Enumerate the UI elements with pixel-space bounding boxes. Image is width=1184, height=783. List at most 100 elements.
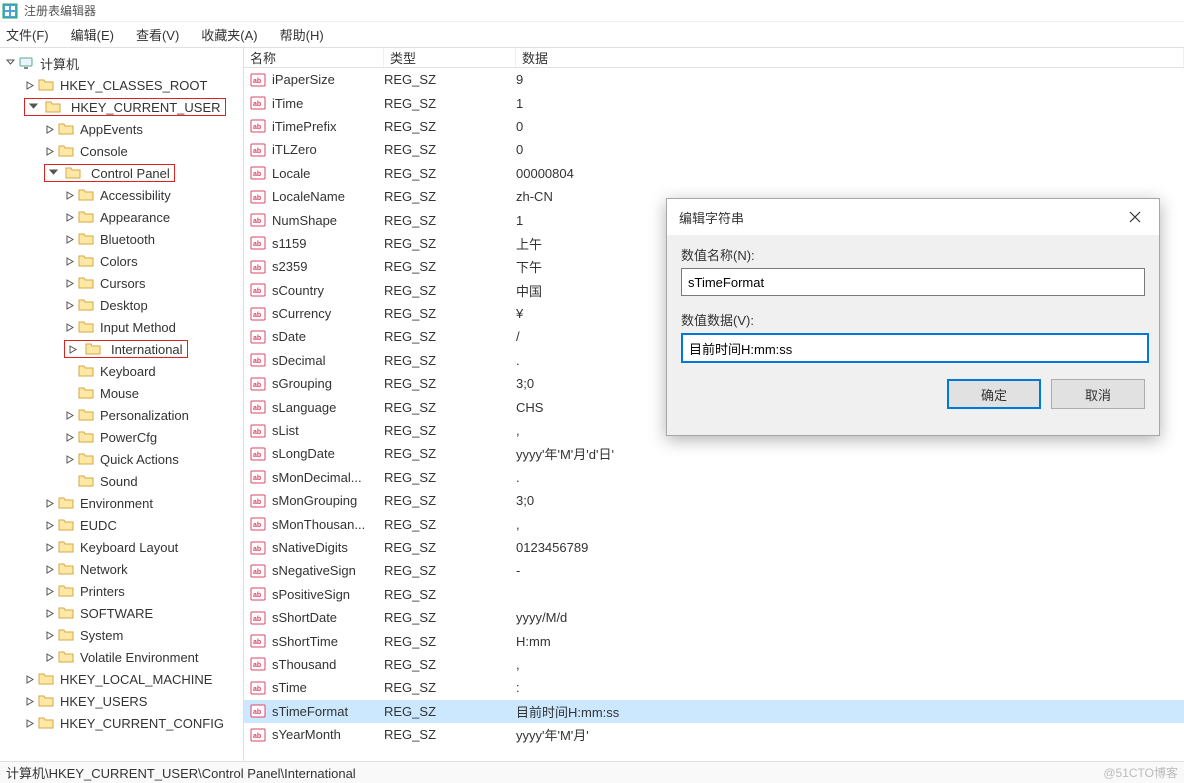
- list-row[interactable]: absThousandREG_SZ,: [244, 653, 1184, 676]
- tree-key[interactable]: Mouse: [0, 382, 243, 404]
- list-row[interactable]: abiTimePrefixREG_SZ0: [244, 115, 1184, 138]
- expander-icon[interactable]: [27, 101, 39, 113]
- col-type[interactable]: 类型: [384, 48, 516, 67]
- expander-icon[interactable]: [44, 145, 56, 157]
- tree-key[interactable]: Control Panel: [0, 162, 243, 184]
- expander-icon[interactable]: [44, 651, 56, 663]
- value-name: sShortDate: [272, 610, 337, 625]
- string-value-icon: ab: [250, 118, 266, 134]
- expander-icon[interactable]: [64, 453, 76, 465]
- tree-key[interactable]: PowerCfg: [0, 426, 243, 448]
- expander-icon[interactable]: [44, 541, 56, 553]
- tree-key[interactable]: Accessibility: [0, 184, 243, 206]
- tree-hive[interactable]: HKEY_USERS: [0, 690, 243, 712]
- list-row[interactable]: absNativeDigitsREG_SZ0123456789: [244, 536, 1184, 559]
- expander-icon[interactable]: [24, 695, 36, 707]
- expander-icon[interactable]: [64, 431, 76, 443]
- value-name: sLongDate: [272, 446, 335, 461]
- tree-key[interactable]: SOFTWARE: [0, 602, 243, 624]
- tree-key[interactable]: Environment: [0, 492, 243, 514]
- tree-hive[interactable]: HKEY_CLASSES_ROOT: [0, 74, 243, 96]
- expander-icon[interactable]: [44, 629, 56, 641]
- expander-icon[interactable]: [64, 255, 76, 267]
- tree-hive[interactable]: HKEY_LOCAL_MACHINE: [0, 668, 243, 690]
- tree-key[interactable]: Input Method: [0, 316, 243, 338]
- tree-key[interactable]: Volatile Environment: [0, 646, 243, 668]
- list-row[interactable]: absMonGroupingREG_SZ3;0: [244, 489, 1184, 512]
- expander-icon[interactable]: [64, 409, 76, 421]
- expander-icon[interactable]: [44, 497, 56, 509]
- list-row[interactable]: absPositiveSignREG_SZ: [244, 583, 1184, 606]
- menu-edit[interactable]: 编辑(E): [71, 25, 114, 44]
- value-name-input[interactable]: [681, 268, 1145, 296]
- tree-key[interactable]: Sound: [0, 470, 243, 492]
- value-data-input[interactable]: [682, 334, 1148, 362]
- menu-favorites[interactable]: 收藏夹(A): [201, 25, 257, 44]
- close-button[interactable]: [1113, 202, 1157, 232]
- ok-button[interactable]: 确定: [947, 379, 1041, 409]
- list-row[interactable]: absTimeREG_SZ:: [244, 676, 1184, 699]
- expander-icon[interactable]: [4, 57, 16, 69]
- expander-icon[interactable]: [44, 519, 56, 531]
- expander-icon[interactable]: [47, 167, 59, 179]
- node-label: Control Panel: [89, 166, 172, 181]
- list-row[interactable]: absTimeFormatREG_SZ目前时间H:mm:ss: [244, 700, 1184, 723]
- expander-icon[interactable]: [64, 211, 76, 223]
- dialog-title-bar[interactable]: 编辑字符串: [667, 199, 1159, 235]
- list-row[interactable]: abiTLZeroREG_SZ0: [244, 138, 1184, 161]
- col-name[interactable]: 名称: [244, 48, 384, 67]
- value-name: sNativeDigits: [272, 540, 348, 555]
- expander-icon[interactable]: [44, 563, 56, 575]
- tree-key[interactable]: Cursors: [0, 272, 243, 294]
- cancel-button[interactable]: 取消: [1051, 379, 1145, 409]
- expander-icon[interactable]: [64, 233, 76, 245]
- list-row[interactable]: absShortDateREG_SZyyyy/M/d: [244, 606, 1184, 629]
- expander-icon[interactable]: [64, 189, 76, 201]
- list-row[interactable]: abLocaleREG_SZ00000804: [244, 162, 1184, 185]
- expander-icon[interactable]: [64, 321, 76, 333]
- list-row[interactable]: absShortTimeREG_SZH:mm: [244, 629, 1184, 652]
- col-data[interactable]: 数据: [516, 48, 1184, 67]
- tree-key[interactable]: Colors: [0, 250, 243, 272]
- tree-key[interactable]: Bluetooth: [0, 228, 243, 250]
- tree-key[interactable]: Network: [0, 558, 243, 580]
- tree-key[interactable]: System: [0, 624, 243, 646]
- tree-key[interactable]: Desktop: [0, 294, 243, 316]
- menu-help[interactable]: 帮助(H): [280, 25, 324, 44]
- tree-key[interactable]: Printers: [0, 580, 243, 602]
- tree-key[interactable]: International: [0, 338, 243, 360]
- registry-tree[interactable]: 计算机 HKEY_CLASSES_ROOT HKEY_CURRENT_USER …: [0, 48, 244, 761]
- tree-key[interactable]: Keyboard Layout: [0, 536, 243, 558]
- expander-icon[interactable]: [24, 79, 36, 91]
- value-name: sCountry: [272, 283, 324, 298]
- value-data: yyyy'年'M'月'd'日': [516, 444, 1184, 463]
- menu-file[interactable]: 文件(F): [6, 25, 49, 44]
- expander-icon[interactable]: [44, 585, 56, 597]
- tree-key[interactable]: AppEvents: [0, 118, 243, 140]
- tree-hive[interactable]: HKEY_CURRENT_CONFIG: [0, 712, 243, 734]
- tree-key[interactable]: Console: [0, 140, 243, 162]
- expander-icon[interactable]: [24, 673, 36, 685]
- expander-icon[interactable]: [44, 607, 56, 619]
- expander-icon[interactable]: [44, 123, 56, 135]
- list-row[interactable]: absYearMonthREG_SZyyyy'年'M'月': [244, 723, 1184, 746]
- tree-key[interactable]: Keyboard: [0, 360, 243, 382]
- tree-hive[interactable]: HKEY_CURRENT_USER: [0, 96, 243, 118]
- list-row[interactable]: absLongDateREG_SZyyyy'年'M'月'd'日': [244, 442, 1184, 465]
- list-row[interactable]: abiTimeREG_SZ1: [244, 91, 1184, 114]
- expander-icon[interactable]: [64, 277, 76, 289]
- list-row[interactable]: abiPaperSizeREG_SZ9: [244, 68, 1184, 91]
- tree-key[interactable]: EUDC: [0, 514, 243, 536]
- tree-key[interactable]: Quick Actions: [0, 448, 243, 470]
- list-row[interactable]: absNegativeSignREG_SZ-: [244, 559, 1184, 582]
- list-row[interactable]: absMonThousan...REG_SZ,: [244, 512, 1184, 535]
- svg-text:ab: ab: [253, 452, 261, 459]
- tree-key[interactable]: Personalization: [0, 404, 243, 426]
- expander-icon[interactable]: [67, 343, 79, 355]
- expander-icon[interactable]: [64, 299, 76, 311]
- menu-view[interactable]: 查看(V): [136, 25, 179, 44]
- list-row[interactable]: absMonDecimal...REG_SZ.: [244, 466, 1184, 489]
- tree-key[interactable]: Appearance: [0, 206, 243, 228]
- tree-root[interactable]: 计算机: [0, 52, 243, 74]
- expander-icon[interactable]: [24, 717, 36, 729]
